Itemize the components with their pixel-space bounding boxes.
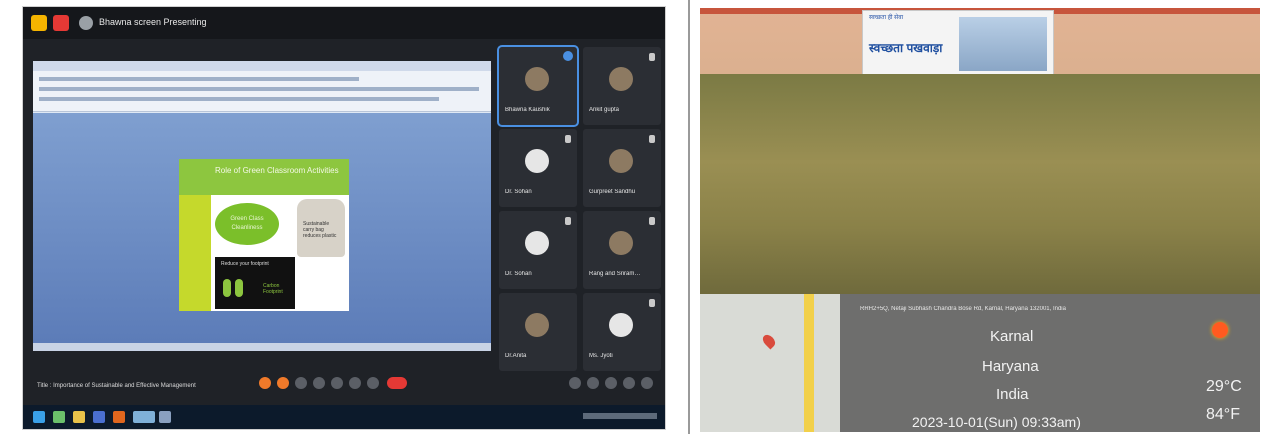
participant-avatar — [609, 231, 633, 255]
presenting-label: Bhawna screen Presenting — [99, 17, 207, 27]
footprint-icon — [223, 279, 231, 297]
taskbar — [23, 405, 665, 429]
system-tray[interactable] — [583, 413, 657, 419]
location-map — [700, 294, 840, 432]
participant-name: Dr. Sohan — [505, 189, 532, 195]
banner-heading: स्वच्छता ही सेवा — [869, 15, 904, 21]
footprint-text: Carbon Footprint — [263, 283, 283, 295]
participant-name: Bhawna Kaushik — [505, 107, 550, 113]
mic-muted-icon — [565, 217, 571, 225]
presentation-window-title — [33, 61, 491, 71]
camera-icon[interactable] — [313, 377, 325, 389]
banner: स्वच्छता ही सेवा स्वच्छता पखवाड़ा — [862, 10, 1054, 82]
city-text: Karnal — [990, 328, 1034, 345]
participant-tile[interactable]: Dr.Anita — [499, 293, 577, 371]
share-screen-icon[interactable] — [331, 377, 343, 389]
meeting-taskbar-icon[interactable] — [133, 411, 155, 423]
map-road — [804, 294, 814, 432]
slide-ellipse: Green Class Cleanliness — [215, 203, 279, 245]
bag-text: Sustainable carry bag reduces plastic — [303, 221, 337, 239]
geotagged-photo: स्वच्छता ही सेवा स्वच्छता पखवाड़ा RRH2+5… — [700, 8, 1260, 432]
activities-icon[interactable] — [623, 377, 635, 389]
browser-icon[interactable] — [53, 411, 65, 423]
banner-image — [959, 17, 1047, 71]
datetime-text: 2023-10-01(Sun) 09:33am) — [912, 414, 1081, 430]
lock-icon[interactable] — [641, 377, 653, 389]
address-text: RRH2+5Q, Netaji Subhash Chandra Bose Rd,… — [860, 306, 1066, 312]
weather-sun-icon — [1212, 322, 1228, 338]
slide-canvas: Role of Green Classroom Activities Green… — [33, 113, 491, 343]
record-icon[interactable] — [349, 377, 361, 389]
temperature-fahrenheit: 84°F — [1206, 406, 1240, 423]
participant-tile[interactable]: Bhawna Kaushik — [497, 45, 579, 127]
participant-avatar — [525, 231, 549, 255]
participant-name: Ankit gupta — [589, 107, 620, 113]
presentation-ribbon — [33, 71, 491, 112]
start-icon[interactable] — [33, 411, 45, 423]
raise-hand-icon[interactable] — [277, 377, 289, 389]
participant-avatar — [525, 67, 549, 91]
participant-tile[interactable]: Rang and Sriram… — [583, 211, 661, 289]
meeting-app-icon[interactable] — [31, 15, 47, 31]
meeting-title: Title : Importance of Sustainable and Ef… — [37, 383, 196, 389]
state-text: Haryana — [982, 358, 1039, 375]
slide-side-bar — [179, 195, 211, 311]
participant-name: Gurpreet Sandhu — [589, 189, 636, 195]
app-icon[interactable] — [93, 411, 105, 423]
mic-muted-icon — [649, 217, 655, 225]
people-icon[interactable] — [587, 377, 599, 389]
leave-call-button[interactable] — [387, 377, 407, 389]
stop-share-icon[interactable] — [53, 15, 69, 31]
participant-tile[interactable]: Ms. Jyoti — [583, 293, 661, 371]
slide-footprint-image: Reduce your footprint Carbon Footprint — [215, 257, 295, 309]
participant-tile[interactable]: Gurpreet Sandhu — [583, 129, 661, 207]
participant-avatar — [525, 149, 549, 173]
slide-title: Role of Green Classroom Activities — [215, 166, 339, 175]
app-icon[interactable] — [159, 411, 171, 423]
participant-avatar — [609, 313, 633, 337]
participant-name: Dr.Anita — [505, 353, 527, 359]
speaking-badge-icon — [563, 51, 573, 61]
slide-bag-image: Sustainable carry bag reduces plastic — [297, 199, 345, 257]
participant-tile[interactable]: Dr. Sohan — [499, 129, 577, 207]
map-pin-icon — [760, 332, 778, 350]
reaction-icon[interactable] — [259, 377, 271, 389]
mic-muted-icon — [649, 135, 655, 143]
shared-screen: Role of Green Classroom Activities Green… — [33, 61, 491, 351]
presentation-status-bar — [33, 343, 491, 351]
presenter-avatar-icon — [79, 16, 93, 30]
participant-tile[interactable]: Dr. Sohan — [499, 211, 577, 289]
info-icon[interactable] — [569, 377, 581, 389]
banner-main-text: स्वच्छता पखवाड़ा — [869, 41, 943, 55]
temperature-celsius: 29°C — [1206, 378, 1242, 395]
country-text: India — [996, 386, 1029, 403]
mic-muted-icon — [649, 53, 655, 61]
panel-divider — [688, 0, 690, 434]
meeting-screenshot: Bhawna screen Presenting Role of Green C… — [22, 6, 666, 430]
participant-name: Dr. Sohan — [505, 271, 532, 277]
more-options-icon[interactable] — [367, 377, 379, 389]
mic-muted-icon — [649, 299, 655, 307]
footprint-label: Reduce your footprint — [221, 261, 269, 267]
mic-icon[interactable] — [295, 377, 307, 389]
slide: Role of Green Classroom Activities Green… — [179, 159, 349, 311]
participant-tile[interactable]: Ankit gupta — [583, 47, 661, 125]
mic-muted-icon — [565, 135, 571, 143]
meeting-top-bar: Bhawna screen Presenting — [23, 7, 665, 39]
participant-name: Ms. Jyoti — [589, 353, 613, 359]
participant-avatar — [609, 67, 633, 91]
footprint-icon — [235, 279, 243, 297]
grass-field — [700, 74, 1260, 294]
chat-icon[interactable] — [605, 377, 617, 389]
firefox-icon[interactable] — [113, 411, 125, 423]
folder-icon[interactable] — [73, 411, 85, 423]
participant-avatar — [525, 313, 549, 337]
participant-name: Rang and Sriram… — [589, 271, 641, 277]
participant-avatar — [609, 149, 633, 173]
